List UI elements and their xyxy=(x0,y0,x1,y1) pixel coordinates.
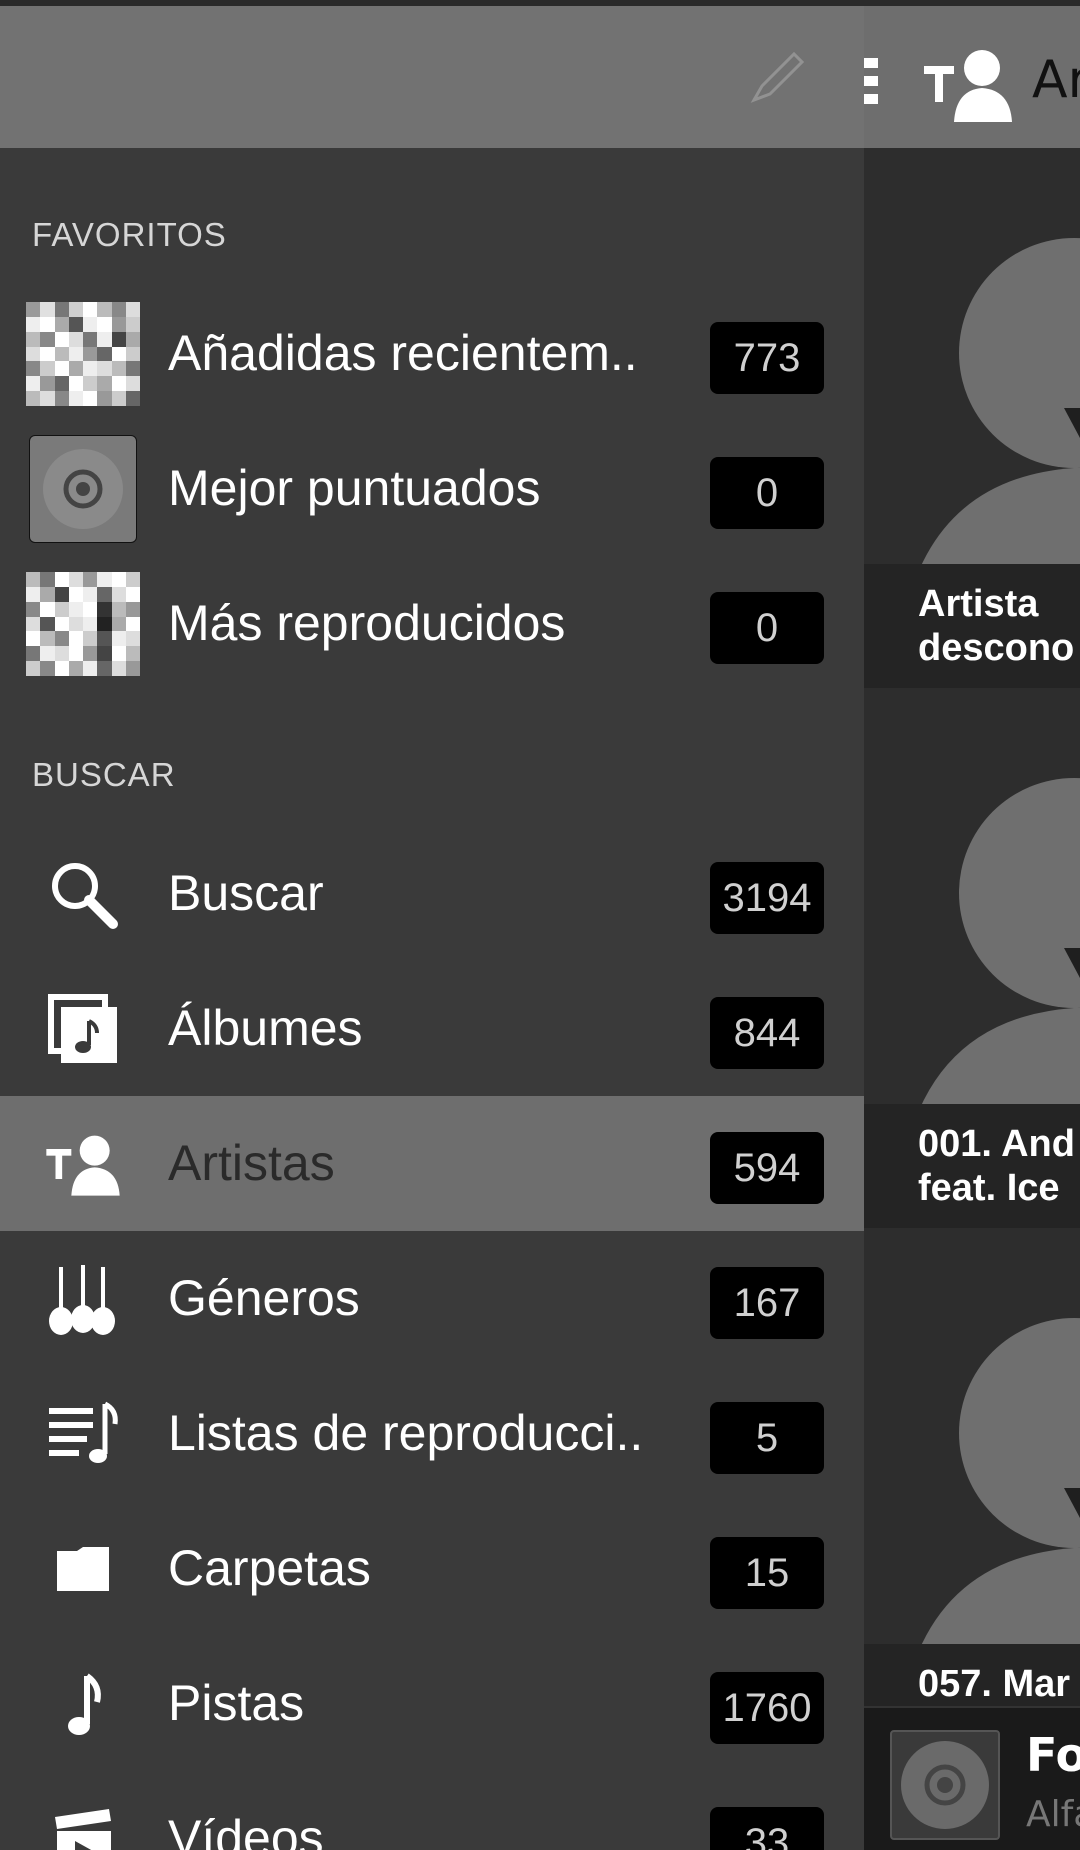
played-album-thumbnail xyxy=(26,572,140,676)
artist-placeholder-icon xyxy=(904,238,1080,618)
drawer-item-label: Más reproducidos xyxy=(168,595,566,651)
music-note-icon xyxy=(68,1673,101,1735)
drawer-item-label: Añadidas recientem.. xyxy=(168,325,638,381)
artist-card[interactable]: 001. And feat. Ice xyxy=(864,688,1080,1228)
drawer-item-label: Álbumes xyxy=(168,1000,363,1056)
video-clapper-icon xyxy=(55,1809,111,1850)
drawer-item-search[interactable]: Buscar 3194 xyxy=(0,826,864,961)
count-badge: 5 xyxy=(710,1402,824,1474)
artist-icon xyxy=(46,1135,120,1196)
playlist-icon xyxy=(49,1401,118,1463)
count-badge: 0 xyxy=(710,457,824,529)
cd-icon xyxy=(901,1741,989,1829)
count-badge: 594 xyxy=(710,1132,824,1204)
section-title-search: BUSCAR xyxy=(32,756,176,793)
drawer-item-genres[interactable]: Géneros 167 xyxy=(0,1231,864,1366)
count-badge: 844 xyxy=(710,997,824,1069)
drawer-item-playlists[interactable]: Listas de reproducci.. 5 xyxy=(0,1366,864,1501)
count-badge: 33 xyxy=(710,1807,824,1850)
artist-name-line1: Artista xyxy=(918,583,1039,625)
drawer-item-albums[interactable]: Álbumes 844 xyxy=(0,961,864,1096)
search-icon xyxy=(52,863,118,929)
count-badge: 773 xyxy=(710,322,824,394)
cd-icon xyxy=(26,435,140,543)
folder-icon xyxy=(57,1547,109,1591)
artist-card-caption: Artista descono xyxy=(864,564,1080,688)
drawer-item-label: Buscar xyxy=(168,865,324,921)
drawer-item-label: Vídeos xyxy=(168,1810,324,1850)
now-playing-subtitle: Alfa xyxy=(1026,1794,1080,1835)
drawer-item-label: Listas de reproducci.. xyxy=(168,1405,644,1461)
drawer-item-label: Géneros xyxy=(168,1270,360,1326)
count-badge: 0 xyxy=(710,592,824,664)
artist-name-line2: descono xyxy=(918,627,1075,669)
drawer-item-folders[interactable]: Carpetas 15 xyxy=(0,1501,864,1636)
drawer-item-most-played[interactable]: Más reproducidos 0 xyxy=(0,556,864,691)
guitars-icon xyxy=(49,1265,115,1335)
drawer-item-label: Mejor puntuados xyxy=(168,460,541,516)
now-playing-cover xyxy=(890,1730,1000,1840)
artist-card[interactable]: 057. Mar xyxy=(864,1228,1080,1768)
app-toolbar: Ar xyxy=(864,6,1080,148)
artist-name-line1: 057. Mar xyxy=(918,1663,1071,1705)
count-badge: 3194 xyxy=(710,862,824,934)
now-playing-bar[interactable]: Fo Alfa xyxy=(864,1706,1080,1850)
drawer-item-label: Artistas xyxy=(168,1135,335,1191)
toolbar-title: Ar xyxy=(1032,50,1080,110)
drawer-item-top-rated[interactable]: Mejor puntuados 0 xyxy=(0,421,864,556)
count-badge: 15 xyxy=(710,1537,824,1609)
albums-icon xyxy=(48,994,117,1063)
artist-icon xyxy=(924,50,1012,122)
artist-placeholder-icon xyxy=(904,778,1080,1158)
artist-placeholder-icon xyxy=(904,1318,1080,1698)
count-badge: 167 xyxy=(710,1267,824,1339)
recent-album-thumbnail xyxy=(26,302,140,406)
navigation-drawer: FAVORITOS Añadidas recientem.. 773 Mejor… xyxy=(0,6,864,1850)
drawer-item-label: Carpetas xyxy=(168,1540,371,1596)
artist-name-line1: 001. And xyxy=(918,1123,1075,1165)
drawer-item-tracks[interactable]: Pistas 1760 xyxy=(0,1636,864,1771)
section-title-favorites: FAVORITOS xyxy=(32,216,227,253)
drawer-item-label: Pistas xyxy=(168,1675,305,1731)
now-playing-title: Fo xyxy=(1026,1728,1080,1782)
artist-card[interactable]: Artista descono xyxy=(864,148,1080,688)
drawer-header xyxy=(0,6,864,148)
count-badge: 1760 xyxy=(710,1672,824,1744)
artists-content: Ar Artista descono 001. And feat. Ice 05… xyxy=(864,6,1080,1850)
artist-card-caption: 001. And feat. Ice xyxy=(864,1104,1080,1228)
edit-icon[interactable] xyxy=(748,46,808,106)
drawer-item-recently-added[interactable]: Añadidas recientem.. 773 xyxy=(0,286,864,421)
artist-name-line2: feat. Ice xyxy=(918,1167,1060,1209)
drawer-item-artists[interactable]: Artistas 594 xyxy=(0,1096,864,1231)
drawer-toggle-icon[interactable] xyxy=(864,58,878,110)
drawer-item-videos[interactable]: Vídeos 33 xyxy=(0,1771,864,1850)
